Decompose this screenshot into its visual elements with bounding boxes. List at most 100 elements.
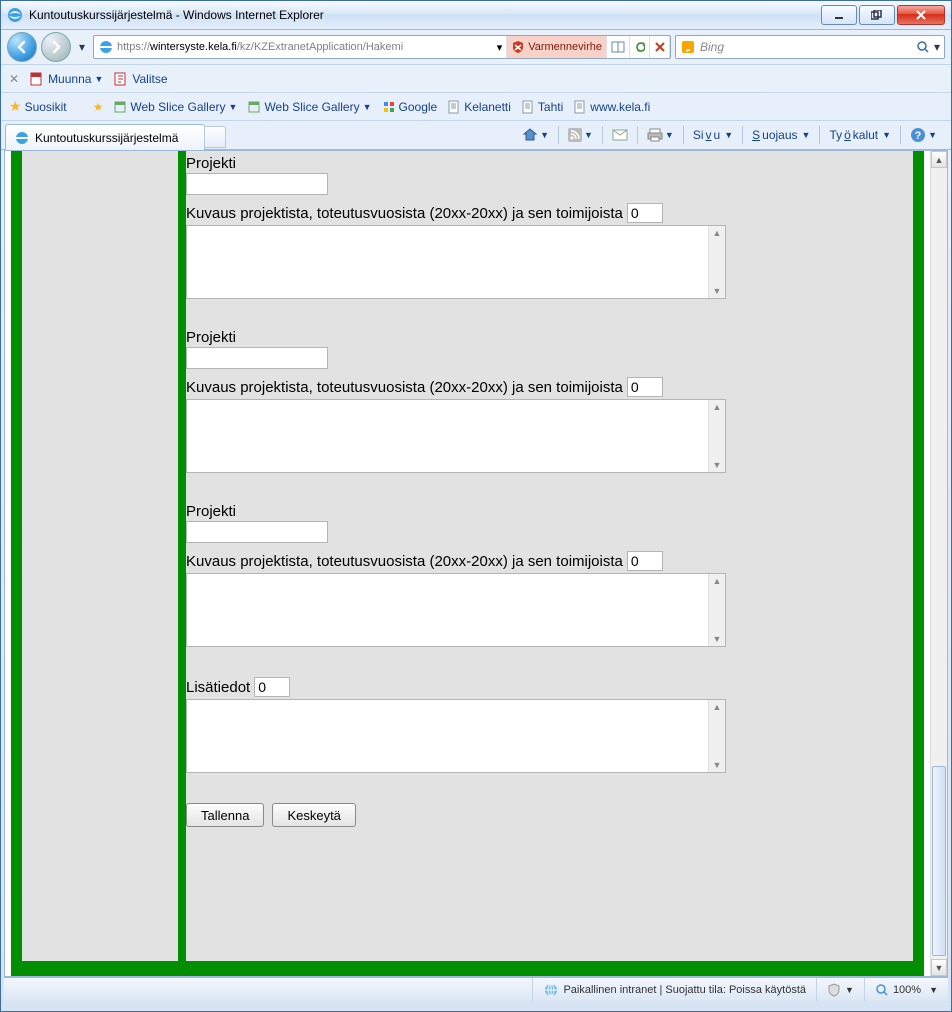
certificate-error[interactable]: Varmennevirhe (507, 36, 607, 58)
ie-page-icon (14, 130, 30, 146)
content-area: ▲▼ Projekti Kuvaus projektista, toteutus… (4, 150, 948, 977)
scroll-up-button[interactable]: ▲ (931, 151, 947, 168)
fav-item-google[interactable]: Google (382, 100, 438, 114)
fav-item-kela[interactable]: www.kela.fi (573, 100, 650, 114)
pdf-select-icon (113, 71, 129, 87)
description-textarea-3[interactable]: ▲▼ (186, 573, 726, 647)
projekti-name-input-1[interactable] (186, 173, 328, 195)
google-icon (382, 100, 396, 114)
cancel-button[interactable]: Keskeytä (272, 803, 355, 827)
new-tab-button[interactable] (204, 126, 226, 148)
page-menu[interactable]: Sivu▼ (689, 126, 737, 144)
compat-view-button[interactable] (607, 36, 630, 58)
desc-label: Kuvaus projektista, toteutusvuosista (20… (186, 379, 623, 396)
favorites-button[interactable]: ★ Suosikit (9, 98, 67, 115)
ie-page-icon (98, 39, 114, 55)
textarea-scrollbar[interactable]: ▲▼ (708, 574, 725, 646)
page-icon (447, 100, 461, 114)
search-placeholder: Bing (700, 40, 724, 54)
print-button[interactable]: ▼ (643, 126, 678, 144)
projekti-block-2: Projekti Kuvaus projektista, toteutusvuo… (186, 329, 913, 473)
page-icon (573, 100, 587, 114)
scroll-thumb[interactable] (932, 766, 946, 956)
ie-window: Kuntoutuskurssijärjestelmä - Windows Int… (0, 0, 952, 1012)
textarea-scrollbar[interactable]: ▲▼ (708, 400, 725, 472)
favorites-bar: ★ Suosikit ★ Web Slice Gallery▼ Web Slic… (1, 92, 951, 120)
title-bar: Kuntoutuskurssijärjestelmä - Windows Int… (1, 1, 951, 30)
desc-label: Kuvaus projektista, toteutusvuosista (20… (186, 205, 623, 222)
scroll-down-button[interactable]: ▼ (931, 959, 947, 976)
bing-icon (680, 39, 696, 55)
lisatiedot-label: Lisätiedot (186, 679, 250, 696)
lisatiedot-textarea[interactable]: ▲▼ (186, 699, 726, 773)
security-menu[interactable]: Suojaus▼ (748, 126, 814, 144)
select-button[interactable]: Valitse (113, 71, 167, 87)
star-icon: ★ (9, 98, 22, 115)
save-button[interactable]: Tallenna (186, 803, 264, 827)
shield-bad-icon (511, 40, 525, 54)
address-bar[interactable]: https://wintersyste.kela.fi/kz/KZExtrane… (93, 35, 671, 59)
projekti-name-input-3[interactable] (186, 521, 328, 543)
refresh-button[interactable] (630, 36, 650, 58)
page-tab[interactable]: Kuntoutuskurssijärjestelmä (5, 124, 205, 150)
char-counter-1: 0 (627, 203, 663, 223)
back-button[interactable] (7, 32, 37, 62)
page-icon (521, 100, 535, 114)
forward-button[interactable] (41, 32, 71, 62)
description-textarea-2[interactable]: ▲▼ (186, 399, 726, 473)
char-counter-3: 0 (627, 551, 663, 571)
pdf-toolbar: ✕ Muunna ▼ Valitse (1, 64, 951, 92)
projekti-block-3: Projekti Kuvaus projektista, toteutusvuo… (186, 503, 913, 647)
close-button[interactable] (897, 5, 945, 25)
char-counter-2: 0 (627, 377, 663, 397)
lisatiedot-counter: 0 (254, 677, 290, 697)
protected-mode-icon-cell[interactable]: ▼ (816, 978, 864, 1001)
textarea-scrollbar[interactable]: ▲▼ (708, 226, 725, 298)
home-icon (522, 127, 538, 143)
textarea-scrollbar[interactable]: ▲▼ (708, 700, 725, 772)
tab-bar: Kuntoutuskurssijärjestelmä ▼ ▼ ▼ Sivu▼ S… (1, 120, 951, 150)
intranet-icon (543, 982, 559, 998)
webpage: ▲▼ Projekti Kuvaus projektista, toteutus… (5, 151, 930, 976)
zoom-control[interactable]: 100% ▼ (864, 978, 948, 1001)
projekti-label: Projekti (186, 329, 913, 346)
url-host: wintersyste.kela.fi (150, 41, 237, 53)
slice-icon (247, 100, 261, 114)
fav-item-webslice2[interactable]: Web Slice Gallery▼ (247, 100, 371, 114)
home-button[interactable]: ▼ (518, 125, 553, 145)
mail-button[interactable] (608, 127, 632, 143)
projekti-name-input-2[interactable] (186, 347, 328, 369)
fav-item-kelanetti[interactable]: Kelanetti (447, 100, 511, 114)
page-frame: ▲▼ Projekti Kuvaus projektista, toteutus… (11, 151, 924, 976)
svg-text:?: ? (915, 130, 922, 142)
projekti-label: Projekti (186, 155, 913, 172)
security-zone[interactable]: Paikallinen intranet | Suojattu tila: Po… (532, 978, 816, 1001)
zoom-icon (875, 983, 889, 997)
maximize-button[interactable] (859, 5, 895, 25)
nav-history-dropdown[interactable]: ▾ (75, 40, 89, 54)
projekti-block-1: Projekti Kuvaus projektista, toteutusvuo… (186, 155, 913, 299)
status-bar: Paikallinen intranet | Suojattu tila: Po… (4, 977, 948, 1001)
form-buttons: Tallenna Keskeytä (186, 803, 913, 827)
description-textarea-1[interactable]: ▲▼ (186, 225, 726, 299)
page-scrollbar[interactable]: ▲ ▼ (930, 151, 947, 976)
search-go-button[interactable] (916, 40, 930, 54)
ie-icon (7, 7, 23, 23)
fav-item-tahti[interactable]: Tahti (521, 100, 563, 114)
tools-menu[interactable]: Työkalut▼ (825, 126, 895, 144)
convert-button[interactable]: Muunna ▼ (29, 71, 103, 87)
stop-button[interactable] (650, 36, 670, 58)
print-icon (647, 128, 663, 142)
minimize-button[interactable] (821, 5, 857, 25)
add-fav-icon[interactable]: ★ (93, 100, 104, 114)
feeds-button[interactable]: ▼ (564, 126, 597, 144)
mail-icon (612, 129, 628, 141)
url-dropdown[interactable]: ▾ (493, 36, 508, 58)
nav-bar: ▾ https://wintersyste.kela.fi/kz/KZExtra… (1, 30, 951, 64)
search-menu[interactable]: ▾ (934, 40, 940, 54)
rss-icon (568, 128, 582, 142)
fav-item-webslice1[interactable]: Web Slice Gallery▼ (113, 100, 237, 114)
search-box[interactable]: Bing ▾ (675, 35, 945, 59)
help-icon: ? (910, 127, 926, 143)
help-button[interactable]: ?▼ (906, 125, 941, 145)
